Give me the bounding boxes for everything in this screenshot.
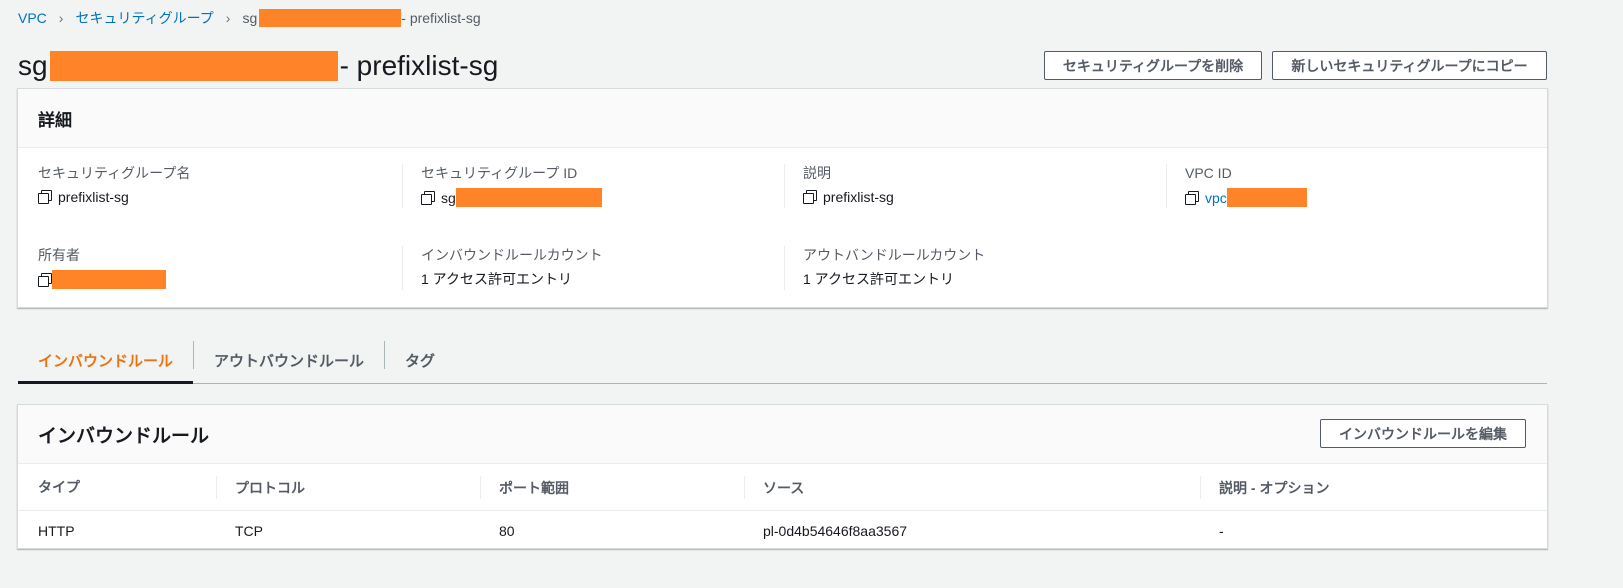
breadcrumb-security-groups-link[interactable]: セキュリティグループ xyxy=(75,8,213,28)
redaction-block xyxy=(52,270,166,289)
table-header: タイプ プロトコル ポート範囲 ソース 説明 - オプション xyxy=(18,464,1547,511)
column-header-protocol[interactable]: プロトコル xyxy=(216,476,305,499)
redaction-block xyxy=(259,9,402,27)
breadcrumb-current: sg - prefixlist-sg xyxy=(242,9,481,27)
breadcrumb-vpc-link[interactable]: VPC xyxy=(18,10,47,26)
tab-inbound-rules[interactable]: インバウンドルール xyxy=(18,337,194,384)
breadcrumb-current-prefix: sg xyxy=(242,10,258,26)
vpc-id-label: VPC ID xyxy=(1185,165,1232,181)
sg-id-prefix: sg xyxy=(441,189,456,206)
sg-id-label: セキュリティグループ ID xyxy=(421,165,578,181)
column-header-description[interactable]: 説明 - オプション xyxy=(1200,476,1329,499)
cell-source: pl-0d4b54646f8aa3567 xyxy=(763,523,908,539)
copy-icon[interactable] xyxy=(38,272,52,287)
copy-to-new-security-group-button[interactable]: 新しいセキュリティグループにコピー xyxy=(1272,51,1547,80)
inbound-count-label: インバウンドルールカウント xyxy=(421,247,603,263)
page-title-suffix: - prefixlist-sg xyxy=(339,50,499,81)
details-heading: 詳細 xyxy=(18,89,1547,148)
tab-tags[interactable]: タグ xyxy=(385,337,455,383)
inbound-rules-panel: インバウンドルール インバウンドルールを編集 タイプ プロトコル ポート範囲 ソ… xyxy=(17,404,1548,549)
description-label: 説明 xyxy=(803,165,831,181)
sg-id-field: セキュリティグループ ID sg xyxy=(402,164,602,208)
outbound-count-value: 1 アクセス許可エントリ xyxy=(803,271,954,287)
redaction-block xyxy=(49,51,338,81)
owner-value xyxy=(38,270,166,289)
table-row: HTTP TCP 80 pl-0d4b54646f8aa3567 - xyxy=(18,511,1547,551)
copy-icon[interactable] xyxy=(803,190,817,204)
chevron-right-icon: › xyxy=(58,10,64,26)
column-header-type[interactable]: タイプ xyxy=(38,464,80,510)
breadcrumb: VPC › セキュリティグループ › sg - prefixlist-sg xyxy=(18,9,481,27)
copy-icon[interactable] xyxy=(421,190,435,205)
cell-port-range: 80 xyxy=(499,523,515,539)
column-header-source[interactable]: ソース xyxy=(744,476,804,499)
copy-icon[interactable] xyxy=(38,190,52,204)
breadcrumb-current-suffix: - prefixlist-sg xyxy=(401,10,481,26)
redaction-block xyxy=(1226,188,1307,207)
inbound-count-field: インバウンドルールカウント 1 アクセス許可エントリ xyxy=(402,246,603,290)
vpc-id-field: VPC ID vpc xyxy=(1166,164,1307,208)
vpc-id-value[interactable]: vpc xyxy=(1185,188,1307,207)
tab-outbound-rules[interactable]: アウトバウンドルール xyxy=(194,337,384,383)
inbound-rules-heading: インバウンドルール xyxy=(18,405,1547,464)
sg-name-text: prefixlist-sg xyxy=(58,189,129,205)
cell-type: HTTP xyxy=(38,523,75,539)
redaction-block xyxy=(455,188,602,207)
outbound-count-field: アウトバンドルールカウント 1 アクセス許可エントリ xyxy=(784,246,985,290)
cell-protocol: TCP xyxy=(235,523,263,539)
description-value: prefixlist-sg xyxy=(803,188,894,206)
description-field: 説明 prefixlist-sg xyxy=(784,164,894,208)
page-title-prefix: sg xyxy=(18,50,48,81)
owner-label: 所有者 xyxy=(38,247,80,263)
page-title: sg - prefixlist-sg xyxy=(18,48,498,84)
copy-icon[interactable] xyxy=(1185,190,1199,205)
description-text: prefixlist-sg xyxy=(823,189,894,205)
edit-inbound-rules-button[interactable]: インバウンドルールを編集 xyxy=(1320,419,1526,448)
details-panel: 詳細 セキュリティグループ名 prefixlist-sg セキュリティグループ … xyxy=(17,88,1548,308)
sg-name-label: セキュリティグループ名 xyxy=(38,165,191,181)
chevron-right-icon: › xyxy=(225,10,231,26)
sg-id-value: sg xyxy=(421,188,602,207)
sg-name-value: prefixlist-sg xyxy=(38,188,190,206)
inbound-count-value: 1 アクセス許可エントリ xyxy=(421,271,572,287)
cell-description: - xyxy=(1219,523,1224,539)
owner-field: 所有者 xyxy=(38,246,166,289)
outbound-count-label: アウトバンドルールカウント xyxy=(803,247,986,263)
sg-name-field: セキュリティグループ名 prefixlist-sg xyxy=(38,164,190,206)
tab-bar: インバウンドルール アウトバウンドルール タグ xyxy=(18,337,1547,384)
delete-security-group-button[interactable]: セキュリティグループを削除 xyxy=(1044,51,1262,80)
vpc-id-link[interactable]: vpc xyxy=(1205,189,1227,207)
column-header-port-range[interactable]: ポート範囲 xyxy=(480,476,569,499)
